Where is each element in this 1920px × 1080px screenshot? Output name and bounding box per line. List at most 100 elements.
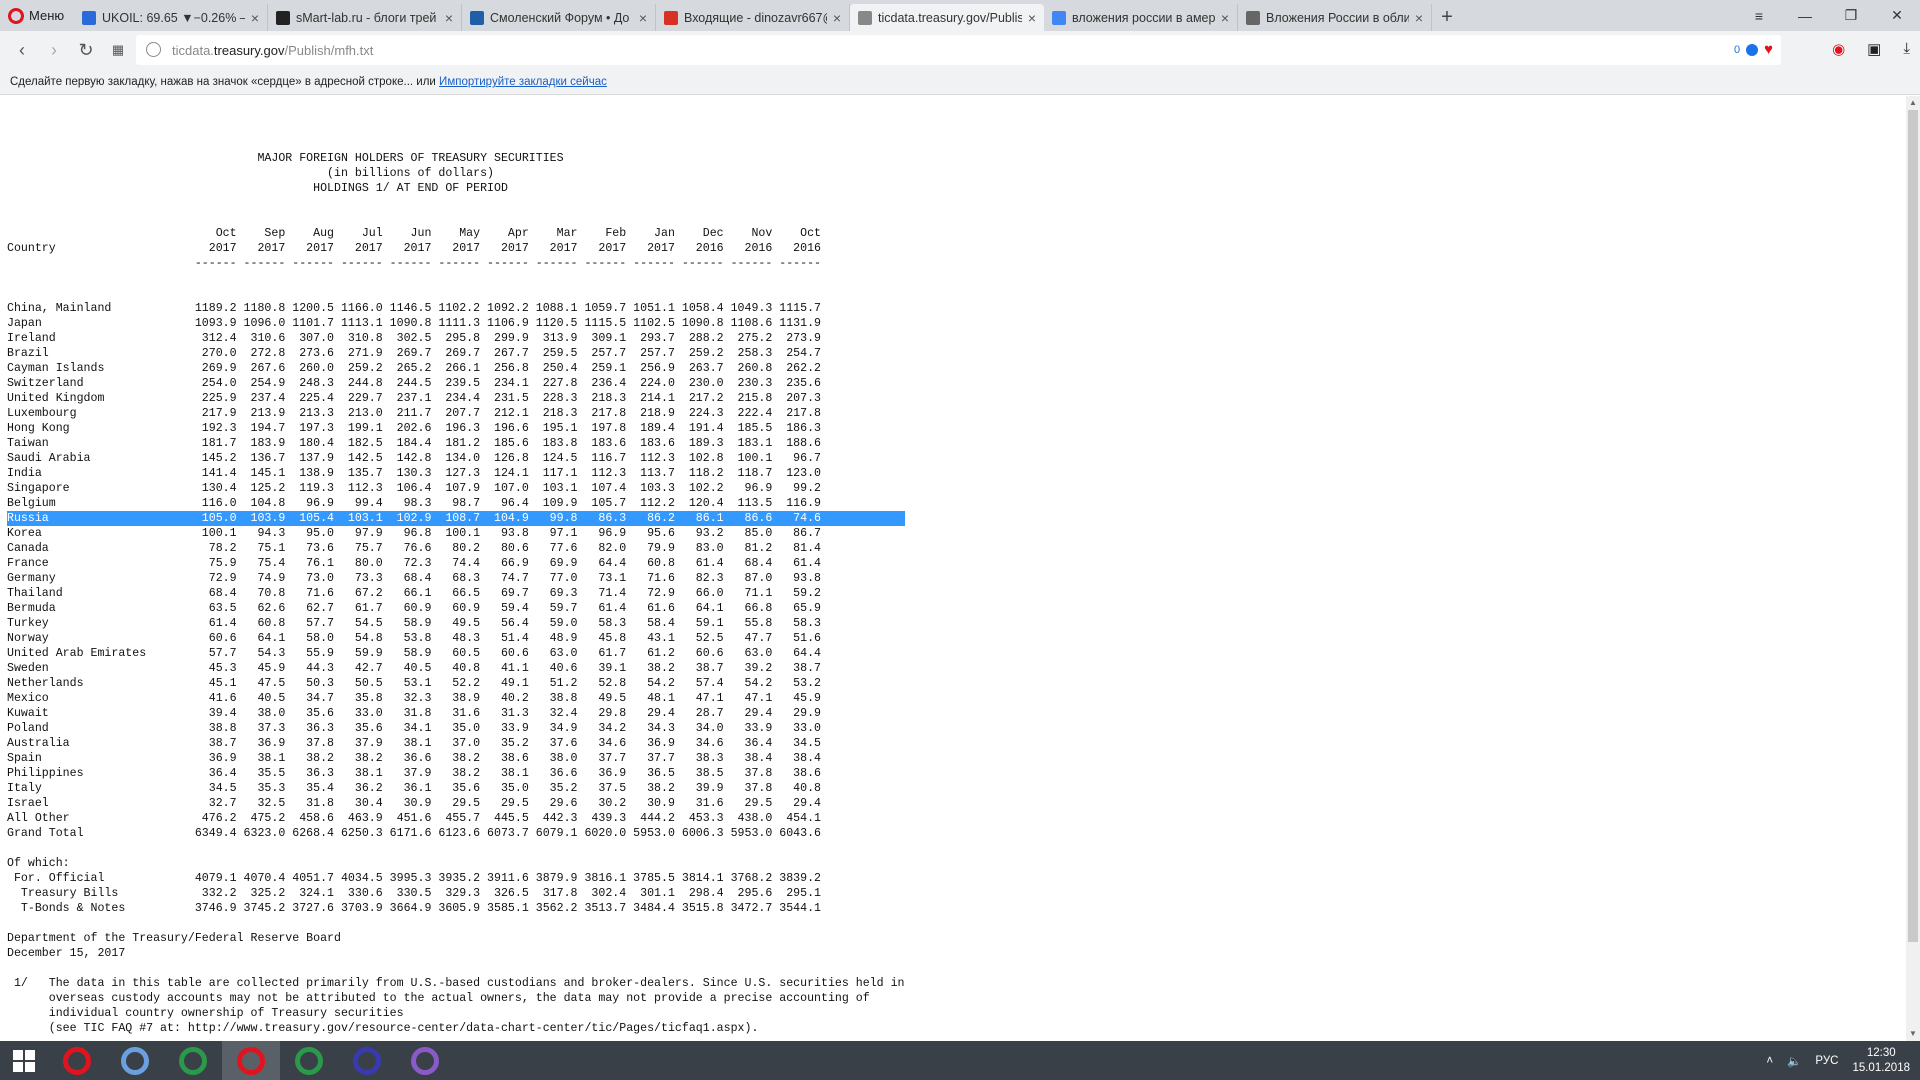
maximize-button[interactable]: ❐ (1828, 0, 1874, 31)
speed-dial-button[interactable]: ▦ (102, 35, 134, 65)
browser-tab[interactable]: ticdata.treasury.gov/Publis × (850, 4, 1044, 31)
report-date: December 15, 2017 (7, 947, 126, 960)
browser-tab[interactable]: Вложения России в обли × (1238, 4, 1432, 31)
scrollbar-thumb[interactable] (1908, 110, 1918, 942)
taskbar-app[interactable] (222, 1041, 280, 1080)
page-icon (858, 10, 872, 25)
scroll-down-arrow-icon[interactable]: ▼ (1906, 1027, 1920, 1041)
start-button[interactable] (0, 1041, 48, 1080)
table-row: Cayman Islands 269.9 267.6 260.0 259.2 2… (7, 362, 822, 375)
close-window-button[interactable]: ✕ (1874, 0, 1920, 31)
close-tab-icon[interactable]: × (639, 10, 647, 26)
taskbar-app[interactable] (338, 1041, 396, 1080)
close-tab-icon[interactable]: × (445, 10, 453, 26)
report-subtitle-2: HOLDINGS 1/ AT END OF PERIOD (7, 182, 508, 195)
speaker-app-icon (121, 1046, 149, 1075)
download-icon[interactable]: ⤓ (1903, 40, 1910, 58)
opera-browser-icon (237, 1046, 265, 1075)
taskbar-apps (48, 1041, 454, 1080)
taskbar-app[interactable] (280, 1041, 338, 1080)
quik-icon (179, 1046, 207, 1075)
tab-title: Смоленский Форум • Дo (490, 10, 630, 25)
language-indicator[interactable]: РУС (1815, 1055, 1838, 1067)
tab-strip: UKOIL: 69.65 ▼−0.26% — × sMart-lab.ru - бл… (74, 0, 1432, 31)
table-row: Luxembourg 217.9 213.9 213.3 213.0 211.7… (7, 407, 822, 420)
volume-icon[interactable]: 🔈 (1787, 1054, 1801, 1068)
taskbar-app[interactable] (164, 1041, 222, 1080)
table-row: Kuwait 39.4 38.0 35.6 33.0 31.8 31.6 31.… (7, 707, 822, 720)
import-bookmarks-link[interactable]: Импортируйте закладки сейчас (439, 76, 607, 88)
close-tab-icon[interactable]: × (251, 10, 259, 26)
back-button[interactable]: ‹ (6, 35, 38, 65)
clock[interactable]: 12:30 15.01.2018 (1852, 1046, 1910, 1076)
table-row: Norway 60.6 64.1 58.0 54.8 53.8 48.3 51.… (7, 632, 822, 645)
vpn-extension-icon[interactable]: ▣ (1867, 40, 1881, 58)
year-header-row: Country 2017 2017 2017 2017 2017 2017 20… (7, 242, 822, 255)
address-bar[interactable]: ticdata. treasury.gov/Publish/mfh.txt 0 ♥ (136, 35, 1781, 65)
minimize-button[interactable]: — (1782, 0, 1828, 31)
browser-tab[interactable]: Входящие - dinozavr667@ × (656, 4, 850, 31)
vertical-scrollbar[interactable]: ▲ ▼ (1906, 96, 1920, 1041)
windows-taskbar: ˄ 🔈 РУС 12:30 15.01.2018 (0, 1041, 1920, 1080)
opera-icon (63, 1046, 91, 1075)
bookmark-hint: Сделайте первую закладку, нажав на значо… (10, 76, 436, 88)
close-tab-icon[interactable]: × (1415, 10, 1423, 26)
browser-tab[interactable]: вложения россии в амер × (1044, 4, 1238, 31)
footnote-line: individual country ownership of Treasury… (7, 1007, 404, 1020)
reload-button[interactable]: ↻ (70, 35, 102, 65)
menu-label: Меню (29, 8, 65, 23)
tab-title: UKOIL: 69.65 ▼−0.26% — (102, 10, 245, 25)
table-row: Mexico 41.6 40.5 34.7 35.8 32.3 38.9 40.… (7, 692, 822, 705)
table-row: Netherlands 45.1 47.5 50.3 50.5 53.1 52.… (7, 677, 822, 690)
clock-date: 15.01.2018 (1852, 1061, 1910, 1074)
table-row: Turkey 61.4 60.8 57.7 54.5 58.9 49.5 56.… (7, 617, 822, 630)
footnote-line: 1/ The data in this table are collected … (7, 977, 905, 990)
close-tab-icon[interactable]: × (833, 10, 841, 26)
table-row: Japan 1093.9 1096.0 1101.7 1113.1 1090.8… (7, 317, 822, 330)
table-row: Italy 34.5 35.3 35.4 36.2 36.1 35.6 35.0… (7, 782, 822, 795)
table-row: Belgium 116.0 104.8 96.9 99.4 98.3 98.7 … (7, 497, 822, 510)
close-tab-icon[interactable]: × (1221, 10, 1229, 26)
new-tab-button[interactable]: + (1432, 4, 1462, 31)
table-row: Singapore 130.4 125.2 119.3 112.3 106.4 … (7, 482, 822, 495)
adblock-icon[interactable] (1746, 43, 1759, 56)
browser-tab[interactable]: Смоленский Форум • Дo × (462, 4, 656, 31)
globe-icon (146, 42, 161, 57)
tray-chevron-icon[interactable]: ˄ (1766, 1055, 1773, 1067)
table-row: Philippines 36.4 35.5 36.3 38.1 37.9 38.… (7, 767, 822, 780)
taskbar-app[interactable] (396, 1041, 454, 1080)
google-icon (1052, 10, 1066, 25)
window-controls: ≡ — ❐ ✕ (1736, 0, 1920, 31)
tab-title: sMart-lab.ru - блоги трей (296, 10, 437, 25)
opera-menu-button[interactable]: Меню (0, 0, 74, 31)
browser-tab[interactable]: sMart-lab.ru - блоги трей × (268, 4, 462, 31)
table-row: France 75.9 75.4 76.1 80.0 72.3 74.4 66.… (7, 557, 822, 570)
footnote-line: overseas custody accounts may not be att… (7, 992, 870, 1005)
close-tab-icon[interactable]: × (1028, 10, 1036, 26)
taskbar-app[interactable] (48, 1041, 106, 1080)
table-row: United Arab Emirates 57.7 54.3 55.9 59.9… (7, 647, 822, 660)
windows-logo-icon (13, 1049, 35, 1072)
bookmarks-bar: Сделайте первую закладку, нажав на значо… (0, 69, 1920, 95)
tab-title: ticdata.treasury.gov/Publis (878, 10, 1022, 25)
tab-title: Входящие - dinozavr667@ (684, 10, 827, 25)
table-row: China, Mainland 1189.2 1180.8 1200.5 116… (7, 302, 822, 315)
browser-tab[interactable]: UKOIL: 69.65 ▼−0.26% — × (74, 4, 268, 31)
gmail-icon (664, 10, 678, 25)
forward-button[interactable]: › (38, 35, 70, 65)
table-row: India 141.4 145.1 138.9 135.7 130.3 127.… (7, 467, 822, 480)
toolbar-extensions: ◉ ▣ ⤓ (1832, 40, 1910, 58)
department-line: Department of the Treasury/Federal Reser… (7, 932, 341, 945)
tab-menu-icon[interactable]: ≡ (1736, 0, 1782, 31)
url-path: /Publish/mfh.txt (284, 42, 374, 58)
heart-icon[interactable]: ♥ (1764, 41, 1773, 58)
taskbar-app[interactable] (106, 1041, 164, 1080)
opera-extension-icon[interactable]: ◉ (1832, 40, 1845, 58)
table-row: Poland 38.8 37.3 36.3 35.6 34.1 35.0 33.… (7, 722, 822, 735)
scroll-up-arrow-icon[interactable]: ▲ (1906, 96, 1920, 110)
table-row: Saudi Arabia 145.2 136.7 137.9 142.5 142… (7, 452, 822, 465)
